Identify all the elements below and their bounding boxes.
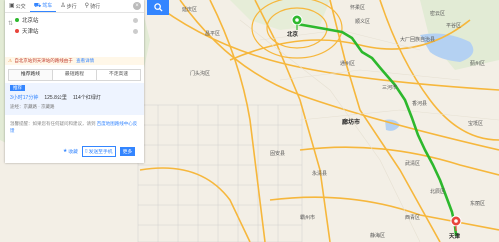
route-actions: ★ 收藏 ▯ 发送至手机 更多 xyxy=(63,146,136,157)
tab-walking[interactable]: ♙ 步行 xyxy=(56,0,80,12)
place-label: 顺义区 xyxy=(355,19,371,25)
warning-icon: ⚠ xyxy=(8,58,13,63)
plan-via: 途经：京藏路 · 京藏路 xyxy=(10,104,55,109)
tab-bus[interactable]: ▣ 公交 xyxy=(5,0,30,12)
end-pin-label: 天津 xyxy=(449,234,461,240)
place-label: 三河市 xyxy=(382,85,398,91)
place-label: 通州区 xyxy=(340,61,356,67)
place-label: 密云区 xyxy=(430,11,446,17)
search-icon xyxy=(153,3,163,12)
place-label: 昌平区 xyxy=(205,31,221,37)
tab-label: 驾车 xyxy=(42,3,53,9)
place-label: 平谷区 xyxy=(446,23,462,29)
route-panel: ▣ 公交 ⛟ 驾车 ♙ 步行 ⚲ 骑行 × ⇅ 北京站 天津站 ⚠ 自北京站到天… xyxy=(5,0,144,163)
alert-text: 自北京站到天津站的路线由于 xyxy=(14,58,73,63)
place-label: 西青区 xyxy=(405,215,421,221)
start-field[interactable]: 北京站 xyxy=(15,15,138,25)
start-dot-icon xyxy=(15,18,19,22)
place-label: 门头沟区 xyxy=(190,71,211,77)
more-button[interactable]: 更多 xyxy=(119,147,136,156)
place-label: 大厂回族自治县 xyxy=(400,37,436,43)
place-label: 东丽区 xyxy=(470,201,486,207)
tab-driving[interactable]: ⛟ 驾车 xyxy=(29,0,57,12)
place-label: 怀柔区 xyxy=(350,5,366,11)
plan-tag: 推荐 xyxy=(10,85,25,91)
pref-shortest[interactable]: 最短路程 xyxy=(53,70,97,80)
start-value: 北京站 xyxy=(22,18,39,24)
plan-distance: 125.8公里 xyxy=(44,95,67,101)
place-label: 北辰区 xyxy=(430,189,446,195)
star-icon: ★ xyxy=(63,149,68,154)
remove-stop-icon[interactable] xyxy=(133,17,138,23)
remove-stop-icon[interactable] xyxy=(133,28,138,34)
search-button[interactable] xyxy=(147,0,169,15)
route-preferences: 推荐路线 最短路程 不走高速 xyxy=(8,69,141,81)
feedback-tip: 温馨提醒：如果您有任何疑问和建议，请到 百度地图路线中心反馈 xyxy=(10,120,139,134)
alert-link[interactable]: 查看详情 xyxy=(76,58,94,63)
phone-icon: ▯ xyxy=(84,149,88,154)
pref-no-highway[interactable]: 不走高速 xyxy=(97,70,140,80)
bus-icon: ▣ xyxy=(9,3,15,9)
tab-label: 骑行 xyxy=(90,3,101,10)
place-label: 固安县 xyxy=(270,151,286,157)
start-pin-label: 北京 xyxy=(287,32,299,38)
tab-label: 公交 xyxy=(15,3,26,10)
place-label: 廊坊市 xyxy=(342,120,361,126)
tab-label: 步行 xyxy=(66,3,77,10)
send-label: 发送至手机 xyxy=(88,150,113,155)
route-plan-card[interactable]: 推荐 3小时17分钟 125.8公里 114个红绿灯 途经：京藏路 · 京藏路 xyxy=(5,83,144,115)
place-label: 武清区 xyxy=(405,161,421,167)
send-to-phone-button[interactable]: ▯ 发送至手机 xyxy=(81,146,116,157)
end-value: 天津站 xyxy=(22,29,39,35)
close-icon[interactable]: × xyxy=(133,2,141,10)
place-label: 静海区 xyxy=(370,233,386,239)
plan-lights: 114个红绿灯 xyxy=(72,95,101,101)
route-alert: ⚠ 自北京站到天津站的路线由于 查看详情 xyxy=(5,57,144,65)
plan-summary: 3小时17分钟 125.8公里 114个红绿灯 xyxy=(10,94,139,101)
place-label: 永清县 xyxy=(312,171,328,177)
tip-text: 温馨提醒：如果您有任何疑问和建议，请到 xyxy=(10,121,96,126)
end-dot-icon xyxy=(15,29,19,33)
place-label: 香河县 xyxy=(412,101,428,107)
plan-time: 3小时17分钟 xyxy=(10,95,39,101)
collect-label: 收藏 xyxy=(68,150,78,155)
pref-recommended[interactable]: 推荐路线 xyxy=(9,70,53,80)
place-label: 霸州市 xyxy=(300,215,316,221)
car-icon: ⛟ xyxy=(33,2,42,9)
collect-button[interactable]: ★ 收藏 xyxy=(63,147,78,156)
swap-icon[interactable]: ⇅ xyxy=(8,20,13,27)
walk-icon: ♙ xyxy=(60,3,66,9)
bike-icon: ⚲ xyxy=(84,3,90,9)
end-field[interactable]: 天津站 xyxy=(15,26,138,36)
route-stops: ⇅ 北京站 天津站 xyxy=(5,13,144,37)
travel-mode-tabs: ▣ 公交 ⛟ 驾车 ♙ 步行 ⚲ 骑行 × xyxy=(5,0,144,13)
place-label: 宝坻区 xyxy=(468,121,484,127)
tab-cycling[interactable]: ⚲ 骑行 xyxy=(81,0,104,12)
place-label: 延庆区 xyxy=(182,7,198,13)
place-label: 蓟州区 xyxy=(470,61,486,67)
